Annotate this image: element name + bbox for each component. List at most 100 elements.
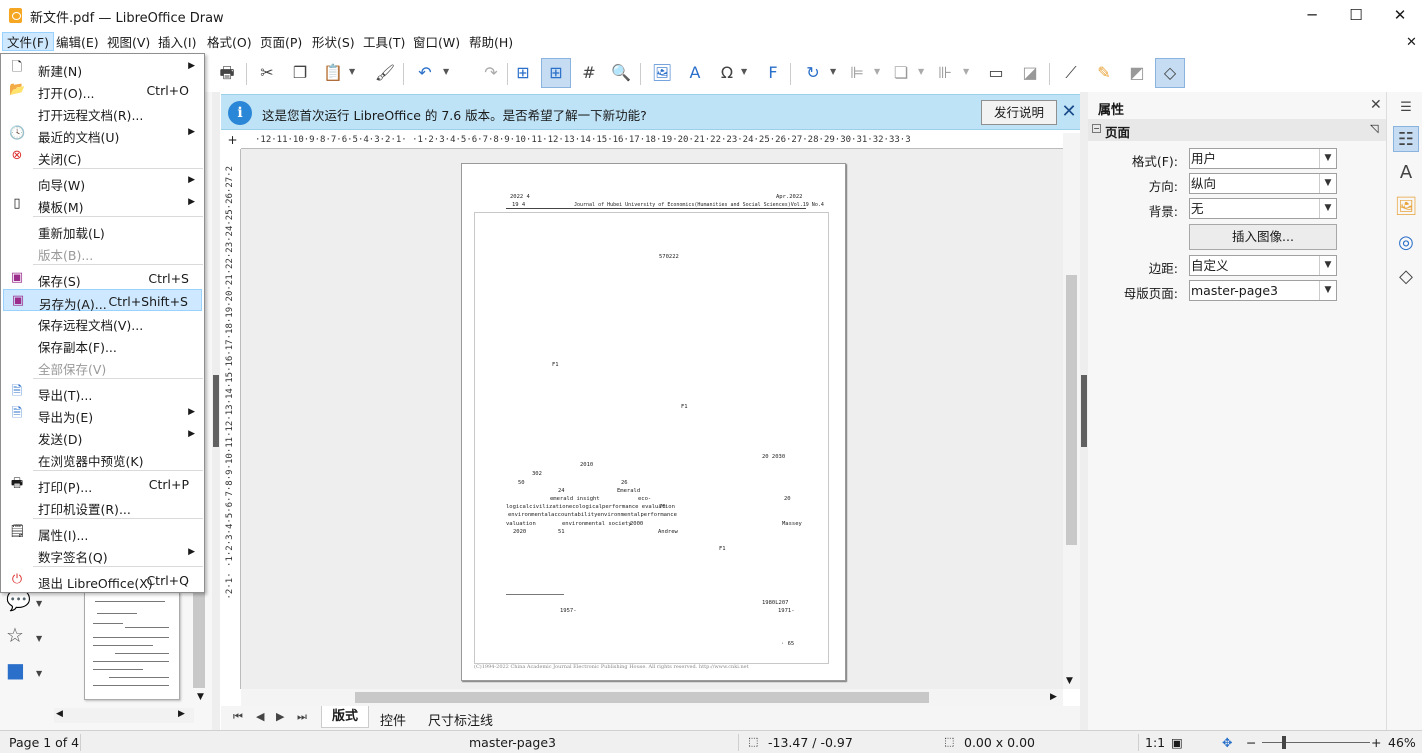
distribute-dropdown-icon[interactable]: ▼ [963,67,969,76]
styles-deck-icon[interactable]: A [1393,160,1419,186]
shapes-deck-icon[interactable]: ◇ [1393,264,1419,290]
callout-dropdown-icon[interactable]: ▼ [36,599,42,608]
chevron-down-icon[interactable]: ▼ [1319,256,1336,275]
file-menu-item[interactable]: 向导(W)▶ [3,171,202,193]
display-grid-icon[interactable]: ⊞ [512,62,534,84]
3d-objects-icon[interactable]: ■ [6,658,25,682]
file-menu-item[interactable]: 版本(B)... [3,241,202,263]
undo-dropdown-icon[interactable]: ▼ [443,67,449,76]
helplines-while-moving-icon[interactable]: ⊞ [545,62,567,84]
scroll-right-icon[interactable]: ▶ [178,709,185,719]
chevron-down-icon[interactable]: ▼ [1319,149,1336,168]
file-menu-item[interactable]: ⏻退出 LibreOffice(X)Ctrl+Q [3,569,202,591]
chevron-down-icon[interactable]: ▼ [1319,174,1336,193]
file-menu-item[interactable]: 保存远程文档(V)... [3,311,202,333]
document-modified-icon[interactable]: ▣ [1171,735,1183,750]
menu-window[interactable]: 窗口(W) [409,33,464,52]
shadow-icon[interactable]: ▭ [985,62,1007,84]
gallery-deck-icon[interactable]: 🖼 [1393,194,1419,220]
menu-tools[interactable]: 工具(T) [359,33,409,52]
toggle-extrusion-icon[interactable]: ◩ [1126,62,1148,84]
points-icon[interactable]: ⟋ [1060,62,1082,84]
align-dropdown-icon[interactable]: ▼ [874,67,880,76]
file-menu-item[interactable]: 🕓最近的文档(U)▶ [3,123,202,145]
slide-pane-hscroll[interactable] [54,708,194,723]
menu-edit[interactable]: 编辑(E) [52,33,103,52]
tab-dimension-lines[interactable]: 尺寸标注线 [428,710,493,729]
tab-controls[interactable]: 控件 [380,710,406,729]
copy-icon[interactable]: ❐ [289,62,311,84]
format-select[interactable]: 用户▼ [1189,148,1337,169]
menu-shape[interactable]: 形状(S) [308,33,359,52]
vertical-ruler[interactable]: ·2·1· ·1·2·3·4·5·6·7·8·9·10·11·12·13·14·… [224,149,241,689]
collapse-section-icon[interactable]: − [1092,124,1101,133]
canvas-scroll-down-icon[interactable]: ▼ [1066,676,1073,686]
insert-image-icon[interactable]: 🖼 [651,62,673,84]
file-menu-item[interactable]: 保存副本(F)... [3,333,202,355]
special-character-icon[interactable]: Ω [716,62,738,84]
file-menu-item[interactable]: 打开远程文档(R)... [3,101,202,123]
page-thumbnail[interactable] [84,592,180,700]
arrange-icon[interactable]: ❏ [890,62,912,84]
file-menu-item[interactable]: 🗒属性(I)... [3,521,202,543]
star-dropdown-icon[interactable]: ▼ [36,634,42,643]
file-menu-item[interactable]: 打印机设置(R)... [3,495,202,517]
background-select[interactable]: 无▼ [1189,198,1337,219]
file-menu-item[interactable]: 📂打开(O)...Ctrl+O [3,79,202,101]
file-menu-item[interactable]: 重新加载(L) [3,219,202,241]
file-menu-item[interactable]: 🗎导出(T)... [3,381,202,403]
tab-layout[interactable]: 版式 [321,706,369,728]
cut-icon[interactable]: ✂ [256,62,278,84]
file-menu-item[interactable]: 🖶打印(P)...Ctrl+P [3,473,202,495]
navigator-deck-icon[interactable]: ◎ [1393,230,1419,256]
file-menu-item[interactable]: ▣保存(S)Ctrl+S [3,267,202,289]
transformations-dropdown-icon[interactable]: ▼ [830,67,836,76]
page-section-header[interactable]: − 页面 ◹ [1088,119,1386,141]
file-menu-item[interactable]: 数字签名(Q)▶ [3,543,202,565]
minimize-button[interactable]: ─ [1290,4,1334,26]
canvas-vertical-scroll-thumb[interactable] [1066,275,1077,545]
glue-points-icon[interactable]: ✎ [1093,62,1115,84]
zoom-slider-thumb[interactable] [1282,736,1286,749]
undo-icon[interactable]: ↶ [414,62,436,84]
zoom-in-icon[interactable]: + [1371,735,1381,750]
print-icon[interactable]: 🖶 [216,62,238,84]
master-page-select[interactable]: master-page3▼ [1189,280,1337,301]
file-menu-item[interactable]: ▯模板(M)▶ [3,193,202,215]
next-tab-icon[interactable]: ▶ [276,710,284,723]
scroll-down-icon[interactable]: ▼ [197,692,204,702]
insert-textbox-icon[interactable]: A [684,62,706,84]
paste-dropdown-icon[interactable]: ▼ [349,67,355,76]
draw-functions-icon[interactable]: ◇ [1159,62,1181,84]
canvas-scroll-right-icon[interactable]: ▶ [1050,692,1057,702]
canvas-horizontal-scroll-thumb[interactable] [355,692,929,703]
star-shapes-icon[interactable]: ☆ [6,623,24,647]
pdf-page[interactable]: 2022 4 19 4 Apr.2022 Journal of Hubei Un… [461,163,846,681]
chevron-down-icon[interactable]: ▼ [1319,281,1336,300]
chevron-down-icon[interactable]: ▼ [1319,199,1336,218]
zoom-out-icon[interactable]: − [1246,735,1256,750]
menu-help[interactable]: 帮助(H) [465,33,517,52]
scroll-left-icon[interactable]: ◀ [56,709,63,719]
crop-image-icon[interactable]: ◪ [1019,62,1041,84]
fit-page-icon[interactable]: ✥ [1222,735,1232,750]
infobar-close-icon[interactable]: ✕ [1060,100,1078,124]
file-menu-item[interactable]: 🗎导出为(E)▶ [3,403,202,425]
close-document-icon[interactable]: ✕ [1402,33,1421,52]
clone-formatting-icon[interactable]: 🖌 [374,62,396,84]
special-character-dropdown-icon[interactable]: ▼ [741,67,747,76]
close-window-button[interactable]: ✕ [1378,4,1422,26]
snap-to-grid-icon[interactable]: # [578,62,600,84]
menu-view[interactable]: 视图(V) [103,33,154,52]
release-notes-button[interactable]: 发行说明 [981,100,1057,125]
properties-deck-icon[interactable]: ☷ [1393,126,1419,152]
transformations-icon[interactable]: ↻ [802,62,824,84]
file-menu-item[interactable]: 全部保存(V) [3,355,202,377]
more-options-icon[interactable]: ◹ [1370,122,1378,135]
align-objects-icon[interactable]: ⊫ [846,62,868,84]
arrange-dropdown-icon[interactable]: ▼ [918,67,924,76]
scale-ratio[interactable]: 1:1 [1145,735,1165,750]
collapse-sidebar-handle[interactable] [1081,375,1087,447]
file-menu-item[interactable]: ▣另存为(A)...Ctrl+Shift+S [3,289,202,311]
sidebar-menu-icon[interactable]: ☰ [1393,95,1419,121]
